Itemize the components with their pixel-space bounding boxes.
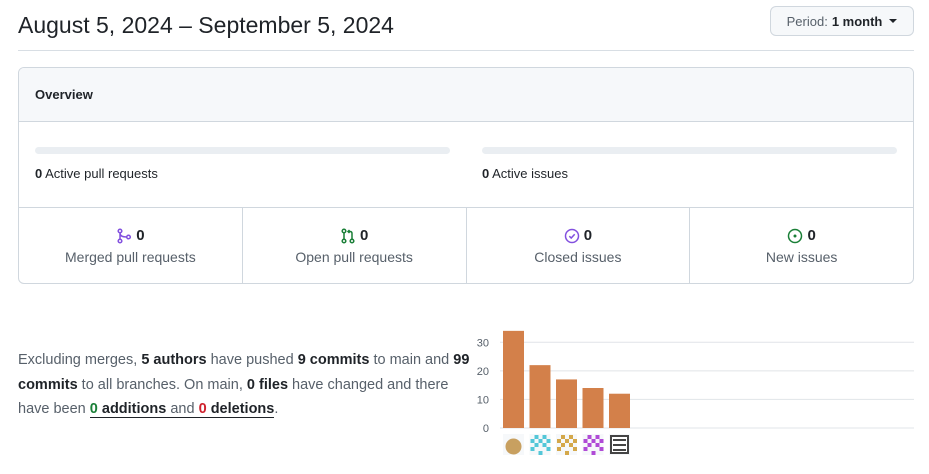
open-issue-icon <box>788 228 803 243</box>
avatar-pixel <box>530 439 535 443</box>
avatar-pixel <box>534 443 539 447</box>
stat-closed-issues[interactable]: 0 Closed issues <box>467 208 691 283</box>
active-prs-label: Active pull requests <box>45 166 158 181</box>
bar[interactable] <box>556 379 577 428</box>
avatar-pixel <box>542 435 547 439</box>
contributors-bar-chart: 0 10 20 30 <box>477 330 914 455</box>
active-issues-link[interactable]: 0 Active issues <box>482 166 568 181</box>
deletions-word: deletions <box>210 401 275 417</box>
additions-deletions-link[interactable]: 0 additions and 0 deletions <box>89 401 275 418</box>
avatar-face <box>505 438 522 455</box>
avatar-pixel <box>569 435 573 439</box>
files-changed-count: 0 files <box>246 376 289 393</box>
progress-row: 0 Active pull requests 0 Active issues <box>19 122 913 208</box>
stat-merged-prs[interactable]: 0 Merged pull requests <box>19 208 243 283</box>
avatar-pixel <box>591 439 596 443</box>
summary-text: to all branches. On main, <box>81 376 243 393</box>
caret-down-icon <box>889 19 898 23</box>
summary-text: have pushed <box>210 352 294 368</box>
avatar-pixel <box>591 451 596 455</box>
avatar-pixel <box>573 439 577 443</box>
date-range-title: August 5, 2024 – September 5, 2024 <box>18 12 394 38</box>
avatar-pixel <box>538 451 543 455</box>
overview-panel: Overview 0 Active pull requests 0 Active… <box>18 67 914 284</box>
stat-open-prs[interactable]: 0 Open pull requests <box>243 208 467 283</box>
commit-summary: Excluding merges, 5 authors have pushed … <box>18 348 473 422</box>
avatar-pixel <box>573 447 577 451</box>
active-issues-progress-bar <box>482 147 897 154</box>
merged-prs-count: 0 <box>136 227 145 244</box>
open-prs-count: 0 <box>359 227 369 244</box>
y-tick-label: 20 <box>477 366 489 378</box>
avatar-pixel <box>583 447 588 451</box>
avatar-pixel <box>565 451 569 455</box>
avatar-pixel <box>557 447 561 451</box>
bar[interactable] <box>503 330 524 428</box>
avatar-pixel <box>595 435 600 439</box>
avatar-pixel <box>538 439 543 443</box>
active-issues-count: 0 <box>482 166 490 181</box>
avatar-pixel <box>587 443 592 447</box>
avatar-pixel <box>583 439 588 443</box>
avatar-pixel <box>565 439 569 443</box>
stat-new-issues[interactable]: 0 New issues <box>690 208 913 283</box>
merged-prs-label: Merged pull requests <box>65 249 196 265</box>
active-issues-section: 0 Active issues <box>482 122 897 207</box>
open-pr-icon <box>341 227 355 244</box>
additions-word: additions <box>101 401 167 417</box>
summary-text: . <box>274 401 279 417</box>
bar[interactable] <box>582 388 604 428</box>
summary-text: Excluding merges, <box>18 352 138 368</box>
y-tick-label: 10 <box>477 394 489 406</box>
merged-pr-icon <box>117 227 132 244</box>
avatar-pixel <box>569 443 573 447</box>
avatar-pixel <box>534 435 539 439</box>
active-issues-label: Active issues <box>492 166 569 181</box>
summary-text: to main and <box>373 352 450 368</box>
y-tick-label: 30 <box>477 337 489 349</box>
overview-header: Overview <box>19 68 913 122</box>
open-prs-label: Open pull requests <box>295 249 413 265</box>
deletions-count: 0 <box>198 401 207 417</box>
main-commits-count: 9 commits <box>297 352 370 368</box>
avatar-pixel <box>599 447 604 451</box>
avatar-pixel <box>557 439 561 443</box>
avatar-pixel <box>530 447 535 451</box>
period-value: 1 month <box>831 13 883 29</box>
active-prs-link[interactable]: 0 Active pull requests <box>35 166 158 181</box>
closed-issues-count: 0 <box>583 227 593 244</box>
period-dropdown-button[interactable]: Period: 1 month <box>770 6 914 36</box>
avatar-pixel <box>587 435 592 439</box>
y-tick-label: 0 <box>483 423 489 435</box>
avatar-pixel <box>546 447 551 451</box>
avatar-pixel <box>599 439 604 443</box>
active-prs-progress-bar <box>35 147 450 154</box>
avatar-pixel <box>542 443 547 447</box>
stats-row: 0 Merged pull requests 0 Open pull reque… <box>19 208 913 283</box>
page-header: August 5, 2024 – September 5, 2024 Perio… <box>18 0 914 51</box>
avatar-pixel <box>561 435 565 439</box>
bar[interactable] <box>609 393 630 428</box>
avatar-pixel <box>561 443 565 447</box>
period-label: Period: <box>786 13 828 29</box>
and-word: and <box>170 401 195 417</box>
closed-issues-label: Closed issues <box>534 249 622 265</box>
avatar-pixel <box>595 443 600 447</box>
additions-count: 0 <box>89 401 98 417</box>
new-issues-label: New issues <box>765 249 838 265</box>
active-prs-count: 0 <box>35 166 43 181</box>
authors-count: 5 authors <box>141 352 207 368</box>
avatar-pixel <box>546 439 551 443</box>
new-issues-count: 0 <box>807 227 816 244</box>
bar[interactable] <box>529 365 551 428</box>
active-prs-section: 0 Active pull requests <box>35 122 450 207</box>
closed-issue-icon <box>564 228 579 243</box>
